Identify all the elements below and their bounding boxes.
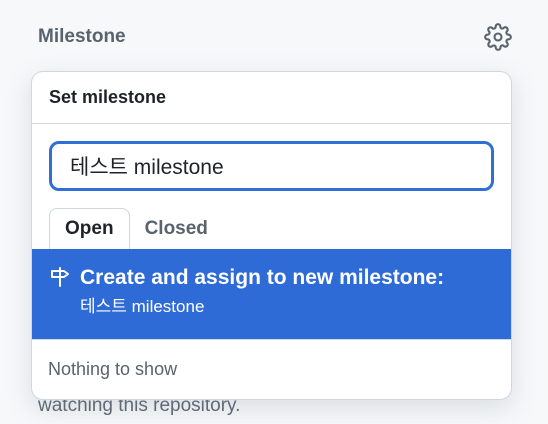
empty-message: Nothing to show	[32, 339, 511, 399]
create-milestone-text: Create and assign to new milestone: 테스트 …	[80, 263, 444, 339]
tab-closed[interactable]: Closed	[130, 209, 223, 249]
popover-title: Set milestone	[32, 72, 511, 124]
milestone-tabs: Open Closed	[32, 191, 511, 249]
sidebar-heading-milestone: Milestone	[38, 26, 126, 47]
create-milestone-title: Create and assign to new milestone:	[80, 266, 445, 289]
filter-wrapper	[32, 124, 511, 191]
tab-open[interactable]: Open	[49, 208, 130, 249]
page: Milestone watching this repository. Set …	[0, 0, 548, 424]
new-milestone-name: 테스트 milestone	[80, 297, 205, 316]
milestone-icon	[48, 265, 72, 289]
create-milestone-item[interactable]: Create and assign to new milestone: 테스트 …	[32, 249, 511, 339]
gear-icon[interactable]	[484, 23, 512, 51]
milestone-popover: Set milestone Open Closed Create and ass…	[31, 71, 512, 400]
milestone-filter-input[interactable]	[49, 141, 494, 191]
